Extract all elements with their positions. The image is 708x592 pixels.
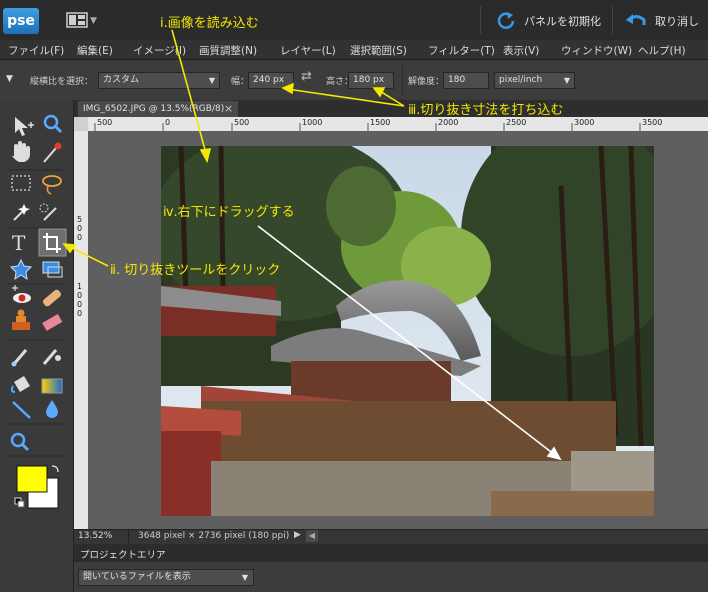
chevron-down-icon: ▼ — [208, 76, 215, 85]
menu-edit[interactable]: 編集(E) — [77, 43, 113, 58]
shape-tool-icon[interactable] — [9, 258, 33, 281]
zoom-tool-icon[interactable] — [43, 114, 63, 134]
smart-brush-tool-icon[interactable] — [42, 349, 61, 365]
aspect-value: カスタム — [103, 75, 140, 85]
annotation-step1: ⅰ.画像を読み込む — [160, 16, 259, 31]
ruler-tick: 2500 — [506, 118, 527, 127]
toolbox: T — [0, 100, 74, 592]
swap-colors-icon[interactable] — [51, 465, 59, 473]
ruler-tick: 500 — [97, 118, 113, 127]
recompose-tool-icon[interactable] — [42, 261, 63, 278]
ruler-tick: 3500 — [642, 118, 663, 127]
reset-panels-icon[interactable] — [496, 11, 516, 31]
zoom-level[interactable]: 13.52% — [78, 531, 112, 541]
resolution-field[interactable]: 180 — [443, 72, 489, 89]
eyedropper-tool-icon[interactable] — [43, 142, 62, 163]
ruler-tick: 0 — [77, 224, 83, 233]
ruler-tick: 0 — [77, 291, 83, 300]
healing-brush-tool-icon[interactable] — [42, 289, 62, 308]
reset-panels-button[interactable]: パネルを初期化 — [524, 13, 601, 29]
ruler-tick: 1500 — [370, 118, 391, 127]
ruler-tick: 0 — [77, 233, 83, 242]
width-field[interactable]: 240 px — [248, 72, 294, 89]
divider — [402, 66, 403, 94]
crop-tool-icon[interactable] — [38, 228, 67, 257]
chevron-down-icon: ▼ — [563, 76, 570, 85]
ruler-tick: 2000 — [438, 118, 459, 127]
menu-view[interactable]: 表示(V) — [503, 43, 539, 58]
ruler-tick: 500 — [234, 118, 250, 127]
document-tab[interactable]: IMG_6502.JPG @ 13.5%(RGB/8) — [78, 101, 238, 117]
aspect-select[interactable]: カスタム ▼ — [98, 72, 220, 89]
paint-bucket-tool-icon[interactable] — [10, 376, 30, 393]
quick-selection-tool-icon[interactable] — [39, 203, 57, 221]
ruler-tick: 1 — [77, 282, 83, 291]
line-tool-icon[interactable] — [12, 401, 31, 419]
menu-layer[interactable]: レイヤー(L) — [280, 43, 336, 58]
ruler-corner — [74, 117, 88, 131]
horizontal-ruler: 500 0 500 1000 1500 2000 2500 3000 3500 — [88, 117, 708, 132]
close-icon[interactable]: × — [224, 102, 233, 115]
annotation-step4: ⅳ.右下にドラッグする — [163, 205, 295, 220]
default-colors-icon[interactable] — [14, 497, 25, 508]
divider — [128, 529, 129, 543]
title-bar — [0, 0, 708, 41]
height-field[interactable]: 180 px — [348, 72, 394, 89]
menu-file[interactable]: ファイル(F) — [8, 43, 64, 58]
red-eye-tool-icon[interactable] — [12, 285, 31, 303]
menu-filter[interactable]: フィルター(T) — [428, 43, 495, 58]
menu-image[interactable]: イメージ(I) — [133, 43, 186, 58]
menu-bar: ファイル(F) 編集(E) イメージ(I) 画質調整(N) レイヤー(L) 選択… — [0, 40, 708, 60]
info-menu-arrow-icon[interactable]: ▶ — [294, 530, 301, 540]
lasso-tool-icon[interactable] — [42, 175, 62, 195]
clone-stamp-tool-icon[interactable] — [12, 309, 30, 331]
undo-button[interactable]: 取り消し — [655, 13, 699, 29]
ruler-tick: 1000 — [302, 118, 323, 127]
type-tool-icon[interactable]: T — [12, 231, 26, 255]
annotation-step3: ⅲ.切り抜き寸法を打ち込む — [408, 103, 564, 118]
menu-window[interactable]: ウィンドウ(W) — [561, 43, 632, 58]
layout-icon[interactable] — [66, 12, 88, 28]
scroll-left-icon[interactable]: ◀ — [306, 530, 318, 542]
ruler-tick: 0 — [77, 309, 83, 318]
menu-select[interactable]: 選択範囲(S) — [350, 43, 407, 58]
magic-wand-tool-icon[interactable] — [13, 204, 30, 221]
brush-tool-icon[interactable] — [11, 349, 28, 367]
hand-tool-icon[interactable] — [12, 141, 30, 162]
resolution-unit-value: pixel/inch — [499, 75, 543, 85]
zoom-view-icon[interactable] — [10, 432, 30, 452]
ruler-tick: 0 — [165, 118, 171, 127]
options-menu-icon[interactable]: ▼ — [6, 74, 13, 84]
swap-icon[interactable]: ⇄ — [301, 69, 312, 84]
app-logo: pse — [3, 8, 39, 34]
chevron-down-icon: ▼ — [241, 573, 248, 582]
ruler-tick: 3000 — [574, 118, 595, 127]
blur-tool-icon[interactable] — [46, 400, 58, 418]
aspect-label: 縦横比を選択： — [30, 77, 94, 87]
eraser-tool-icon[interactable] — [42, 314, 63, 331]
vertical-ruler: 5 0 0 1 0 0 0 — [74, 131, 89, 529]
ruler-tick: 5 — [77, 215, 83, 224]
width-label: 幅： — [231, 77, 250, 87]
undo-icon[interactable] — [625, 11, 647, 29]
foreground-color-swatch[interactable] — [16, 465, 48, 493]
resolution-unit-select[interactable]: pixel/inch ▼ — [494, 72, 575, 89]
project-filter-value: 開いているファイルを表示 — [83, 572, 191, 582]
ruler-tick: 0 — [77, 300, 83, 309]
gradient-tool-icon[interactable] — [41, 378, 63, 394]
divider — [480, 6, 481, 34]
annotation-step2: ⅱ. 切り抜きツールをクリック — [110, 263, 281, 278]
menu-help[interactable]: ヘルプ(H) — [638, 43, 686, 58]
menu-enhance[interactable]: 画質調整(N) — [199, 43, 257, 58]
tool-options-bar: ▼ 縦横比を選択： カスタム ▼ 幅： 240 px ⇄ 高さ： 180 px … — [0, 60, 708, 101]
project-area-header — [74, 544, 708, 562]
resolution-label: 解像度： — [408, 77, 445, 87]
chevron-down-icon[interactable]: ▼ — [90, 16, 97, 26]
divider — [612, 6, 613, 34]
move-tool-icon[interactable] — [15, 117, 34, 136]
marquee-tool-icon[interactable] — [11, 175, 31, 191]
project-area-title[interactable]: プロジェクトエリア — [80, 547, 166, 561]
document-info: 3648 pixel × 2736 pixel (180 ppi) — [138, 531, 290, 541]
project-filter-select[interactable]: 開いているファイルを表示 ▼ — [78, 569, 254, 586]
